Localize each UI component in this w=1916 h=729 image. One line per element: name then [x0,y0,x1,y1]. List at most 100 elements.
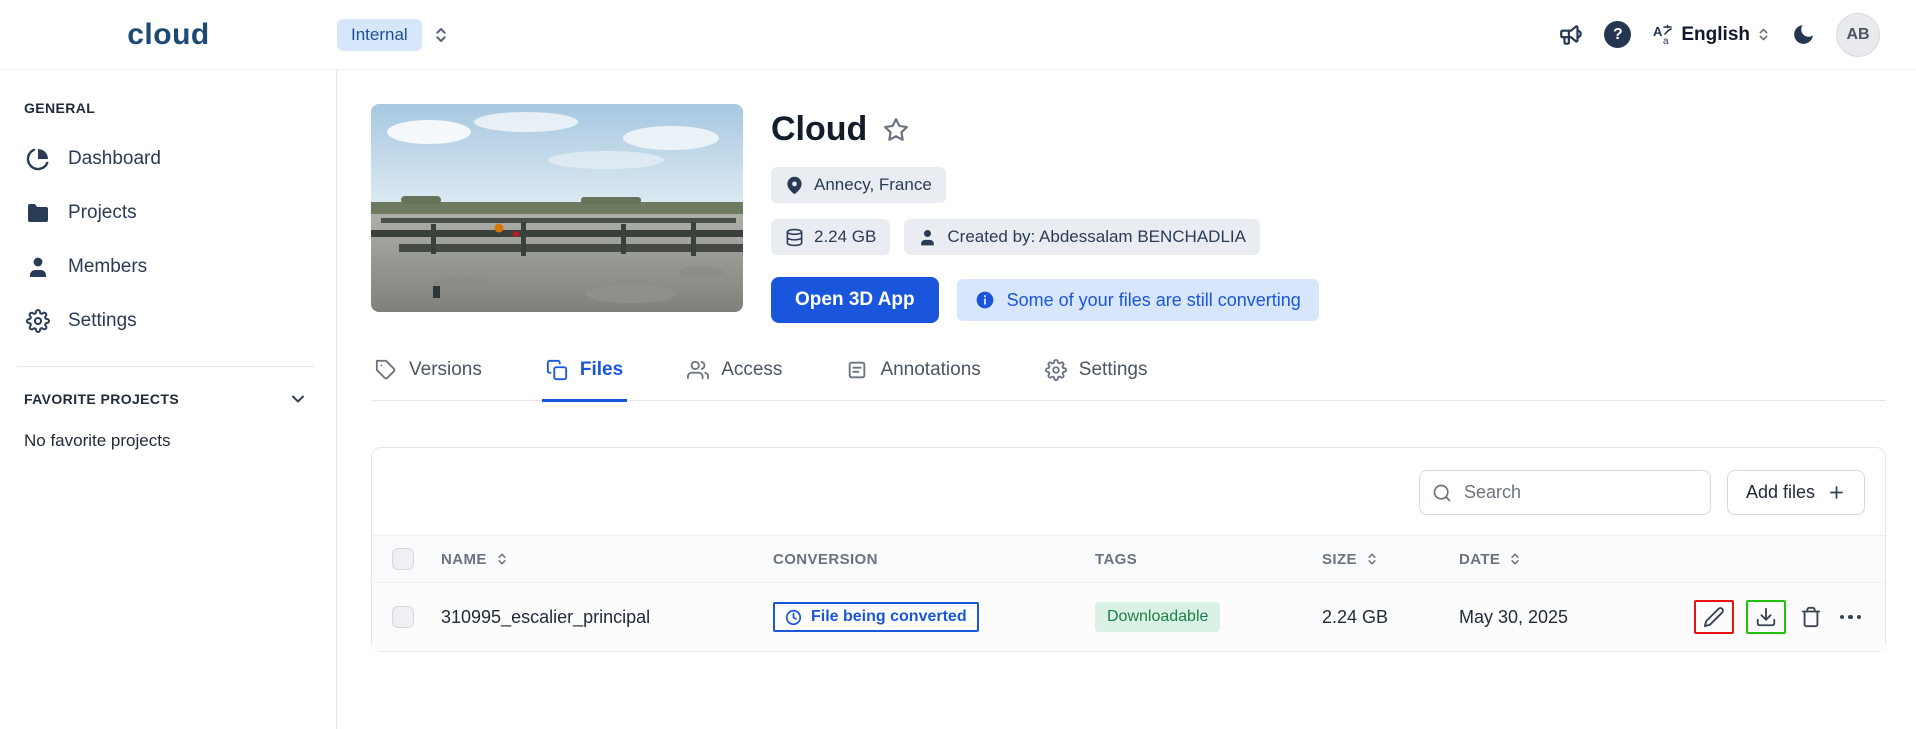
downloadable-tag: Downloadable [1095,602,1220,632]
size-label: 2.24 GB [814,227,876,247]
select-all-checkbox[interactable] [392,548,414,570]
person-icon [26,255,50,279]
sidebar-item-dashboard[interactable]: Dashboard [14,132,318,186]
column-header-date[interactable]: DATE [1459,551,1700,568]
user-avatar[interactable]: AB [1836,13,1880,57]
main-content: Cloud Annecy, France 2.24 GB [337,70,1916,729]
chevron-down-icon[interactable] [288,389,308,409]
tab-files[interactable]: Files [542,355,627,402]
search-box [1419,470,1711,515]
converting-notice: Some of your files are still converting [957,279,1319,321]
files-toolbar: Add files [372,448,1885,535]
gear-icon [26,309,50,333]
column-label: DATE [1459,551,1500,568]
dot [1857,615,1862,620]
tab-settings[interactable]: Settings [1041,355,1152,402]
files-table-header: NAME CONVERSION TAGS SIZE DATE [372,535,1885,583]
tab-access[interactable]: Access [683,355,786,402]
pencil-icon [1703,606,1725,628]
tab-label: Access [721,359,782,381]
files-icon [546,359,568,381]
map-pin-icon [785,176,804,195]
tab-label: Versions [409,359,482,381]
tab-versions[interactable]: Versions [371,355,486,402]
favorite-projects-toggle[interactable]: FAVORITE PROJECTS [14,389,318,409]
dot [1840,615,1845,620]
favorite-star-icon[interactable] [883,117,909,143]
sort-icon[interactable] [1365,552,1379,566]
column-label: SIZE [1322,551,1357,568]
sidebar-divider [18,366,314,367]
translate-icon [1651,23,1675,47]
download-button[interactable] [1746,600,1786,634]
tab-label: Annotations [880,359,980,381]
topbar-actions: ? English AB [1558,13,1916,57]
info-icon [975,290,995,310]
project-title: Cloud [771,110,867,149]
language-selector[interactable]: English [1651,23,1771,47]
column-header-tags: TAGS [1095,551,1322,568]
sidebar-item-members[interactable]: Members [14,240,318,294]
topbar-left: cloud [0,18,337,52]
folder-icon [26,201,50,225]
person-icon [918,228,937,247]
more-actions-button[interactable] [1836,609,1866,626]
favorites-empty-text: No favorite projects [14,431,318,451]
open-3d-app-button[interactable]: Open 3D App [771,277,939,323]
row-checkbox[interactable] [392,606,414,628]
chevrons-updown-icon[interactable] [432,26,450,44]
row-actions [1700,600,1865,634]
created-by-label: Created by: Abdessalam BENCHADLIA [947,227,1246,247]
file-date: May 30, 2025 [1459,607,1700,628]
edit-button[interactable] [1694,600,1734,634]
add-files-button[interactable]: Add files [1727,470,1865,515]
search-input[interactable] [1419,470,1711,515]
sidebar-item-settings[interactable]: Settings [14,294,318,348]
add-files-label: Add files [1746,482,1815,503]
sidebar-item-label: Projects [68,202,137,224]
sort-icon[interactable] [495,552,509,566]
sidebar-item-label: Settings [68,310,137,332]
tag-icon [375,359,397,381]
column-label: NAME [441,551,487,568]
created-by-chip: Created by: Abdessalam BENCHADLIA [904,219,1260,255]
column-header-name[interactable]: NAME [441,551,773,568]
favorite-projects-heading: FAVORITE PROJECTS [24,391,179,407]
delete-button[interactable] [1798,604,1824,630]
tab-label: Files [580,359,623,381]
chevrons-updown-icon [1756,27,1771,42]
announcements-icon[interactable] [1558,22,1584,48]
tab-label: Settings [1079,359,1148,381]
clock-icon [785,609,802,626]
sort-icon[interactable] [1508,552,1522,566]
help-icon[interactable]: ? [1604,21,1631,48]
location-chip: Annecy, France [771,167,946,203]
file-name[interactable]: 310995_escalier_principal [441,607,773,628]
tab-annotations[interactable]: Annotations [842,355,984,402]
trash-icon [1800,606,1822,628]
database-icon [785,228,804,247]
topbar: cloud Internal ? English AB [0,0,1916,70]
sidebar-item-projects[interactable]: Projects [14,186,318,240]
table-row: 310995_escalier_principal File being con… [372,583,1885,651]
dark-mode-moon-icon[interactable] [1791,22,1816,47]
sidebar-item-label: Members [68,256,147,278]
dot [1848,615,1853,620]
note-icon [846,359,868,381]
conversion-status-badge: File being converted [773,602,979,632]
column-label: TAGS [1095,551,1137,568]
workspace-badge[interactable]: Internal [337,19,422,51]
project-info: Cloud Annecy, France 2.24 GB [771,104,1319,323]
thumbnail-image [371,104,743,312]
sidebar-item-label: Dashboard [68,148,161,170]
search-icon [1432,483,1452,503]
workspace-switcher[interactable]: Internal [337,19,450,51]
column-header-size[interactable]: SIZE [1322,551,1459,568]
files-panel: Add files NAME CONVERSION TAGS SIZE [371,447,1886,652]
project-header: Cloud Annecy, France 2.24 GB [371,104,1886,323]
column-label: CONVERSION [773,551,878,568]
size-chip: 2.24 GB [771,219,890,255]
project-thumbnail[interactable] [371,104,743,312]
plus-icon [1827,483,1846,502]
app-logo[interactable]: cloud [127,18,210,52]
